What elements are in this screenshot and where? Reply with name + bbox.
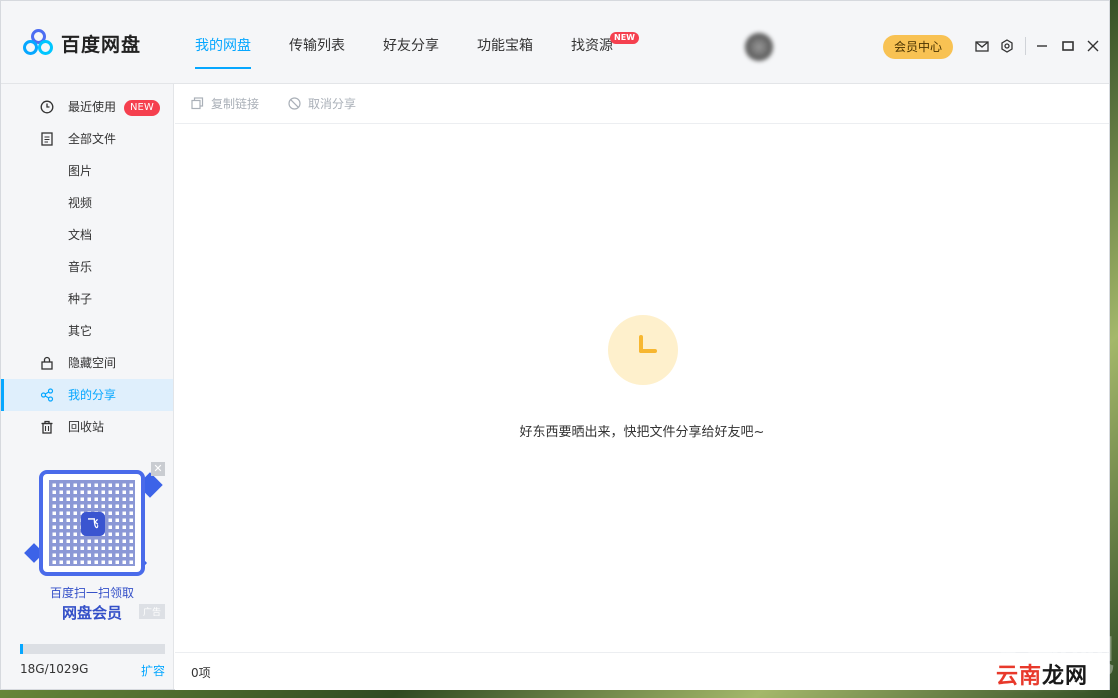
tab-find-resources[interactable]: 找资源 NEW <box>571 1 639 84</box>
app-name: 百度网盘 <box>61 33 142 56</box>
lock-icon <box>41 356 53 370</box>
sidebar-item-recent[interactable]: 最近使用 NEW <box>1 91 173 123</box>
tab-transfer-list[interactable]: 传输列表 <box>289 1 345 84</box>
sidebar-item-videos[interactable]: 视频 <box>1 187 173 219</box>
tab-toolbox[interactable]: 功能宝箱 <box>477 1 533 84</box>
vip-center-button[interactable]: 会员中心 <box>883 35 953 59</box>
cancel-share-label: 取消分享 <box>308 97 357 111</box>
sidebar-item-others[interactable]: 其它 <box>1 315 173 347</box>
watermark: 云南龙网 <box>996 658 1088 690</box>
empty-state-text: 好东西要晒出来，快把文件分享给好友吧~ <box>519 425 765 440</box>
tab-find-resources-label: 找资源 <box>571 38 613 54</box>
main-content: 好东西要晒出来，快把文件分享给好友吧~ <box>175 125 1109 652</box>
sidebar-item-recycle-bin[interactable]: 回收站 <box>1 411 173 443</box>
document-icon <box>41 132 53 146</box>
watermark-part-a: 云南 <box>995 664 1042 689</box>
sidebar-item-torrents[interactable]: 种子 <box>1 283 173 315</box>
avatar <box>745 33 773 61</box>
promo-text: 百度扫一扫领取 <box>49 586 134 600</box>
tab-friend-share[interactable]: 好友分享 <box>383 1 439 84</box>
close-icon[interactable] <box>1086 39 1100 53</box>
trash-icon <box>41 420 53 434</box>
gear-icon[interactable] <box>1000 39 1014 53</box>
close-promo-button[interactable]: ✕ <box>151 462 165 476</box>
minimize-icon[interactable] <box>1035 39 1049 53</box>
storage-quota-bar <box>20 644 165 654</box>
copy-icon <box>191 97 204 110</box>
sidebar-item-images[interactable]: 图片 <box>1 155 173 187</box>
app-logo[interactable]: 百度网盘 <box>23 29 141 57</box>
action-toolbar: 复制链接 取消分享 <box>175 84 1109 124</box>
status-bar: 0项 <box>175 652 1109 690</box>
sidebar-item-label: 隐藏空间 <box>68 356 117 370</box>
prohibited-icon <box>288 97 301 110</box>
sidebar-item-music[interactable]: 音乐 <box>1 251 173 283</box>
copy-link-button[interactable]: 复制链接 <box>191 84 259 124</box>
vip-promo-banner[interactable]: 飞 ✕ 百度扫一扫领取 网盘会员 广告 <box>17 462 167 622</box>
qr-code: 飞 <box>39 470 145 576</box>
sidebar-item-label: 我的分享 <box>68 388 117 402</box>
new-badge: NEW <box>124 99 160 116</box>
user-profile[interactable] <box>745 33 861 61</box>
new-badge: NEW <box>610 32 639 44</box>
sidebar-item-label: 最近使用 <box>68 100 117 114</box>
expand-storage-link[interactable]: 扩容 <box>141 662 165 679</box>
sidebar-item-hidden-space[interactable]: 隐藏空间 <box>1 347 173 379</box>
sidebar-item-documents[interactable]: 文档 <box>1 219 173 251</box>
sidebar-item-my-shares[interactable]: 我的分享 <box>1 379 173 411</box>
qr-center-logo: 飞 <box>81 512 105 536</box>
app-window: 百度网盘 我的网盘 传输列表 好友分享 功能宝箱 找资源 NEW 会员中心 最近… <box>0 0 1110 690</box>
tab-my-netdisk[interactable]: 我的网盘 <box>195 1 251 84</box>
maximize-icon[interactable] <box>1061 39 1075 53</box>
baidu-netdisk-logo-icon <box>23 29 55 57</box>
copy-link-label: 复制链接 <box>211 97 260 111</box>
clock-empty-state-icon <box>608 315 678 385</box>
item-count: 0项 <box>191 666 211 680</box>
clock-icon <box>40 100 54 114</box>
sidebar-item-all-files[interactable]: 全部文件 <box>1 123 173 155</box>
storage-quota-fill <box>20 644 23 654</box>
share-icon <box>40 388 54 402</box>
top-nav: 我的网盘 传输列表 好友分享 功能宝箱 找资源 NEW <box>195 1 651 84</box>
watermark-part-b: 龙网 <box>1041 664 1088 689</box>
toolbar-divider <box>1025 37 1026 55</box>
sidebar-item-label: 全部文件 <box>68 132 117 146</box>
ad-label: 广告 <box>138 604 165 619</box>
sidebar: 最近使用 NEW 全部文件 图片 视频 文档 音乐 种子 其它 隐藏空间 我的分享… <box>1 84 174 689</box>
sidebar-item-label: 回收站 <box>68 420 105 434</box>
mail-icon[interactable] <box>975 39 989 53</box>
title-bar: 百度网盘 我的网盘 传输列表 好友分享 功能宝箱 找资源 NEW 会员中心 <box>1 1 1109 84</box>
cancel-share-button[interactable]: 取消分享 <box>288 84 356 124</box>
storage-quota-text: 18G/1029G <box>20 662 89 676</box>
